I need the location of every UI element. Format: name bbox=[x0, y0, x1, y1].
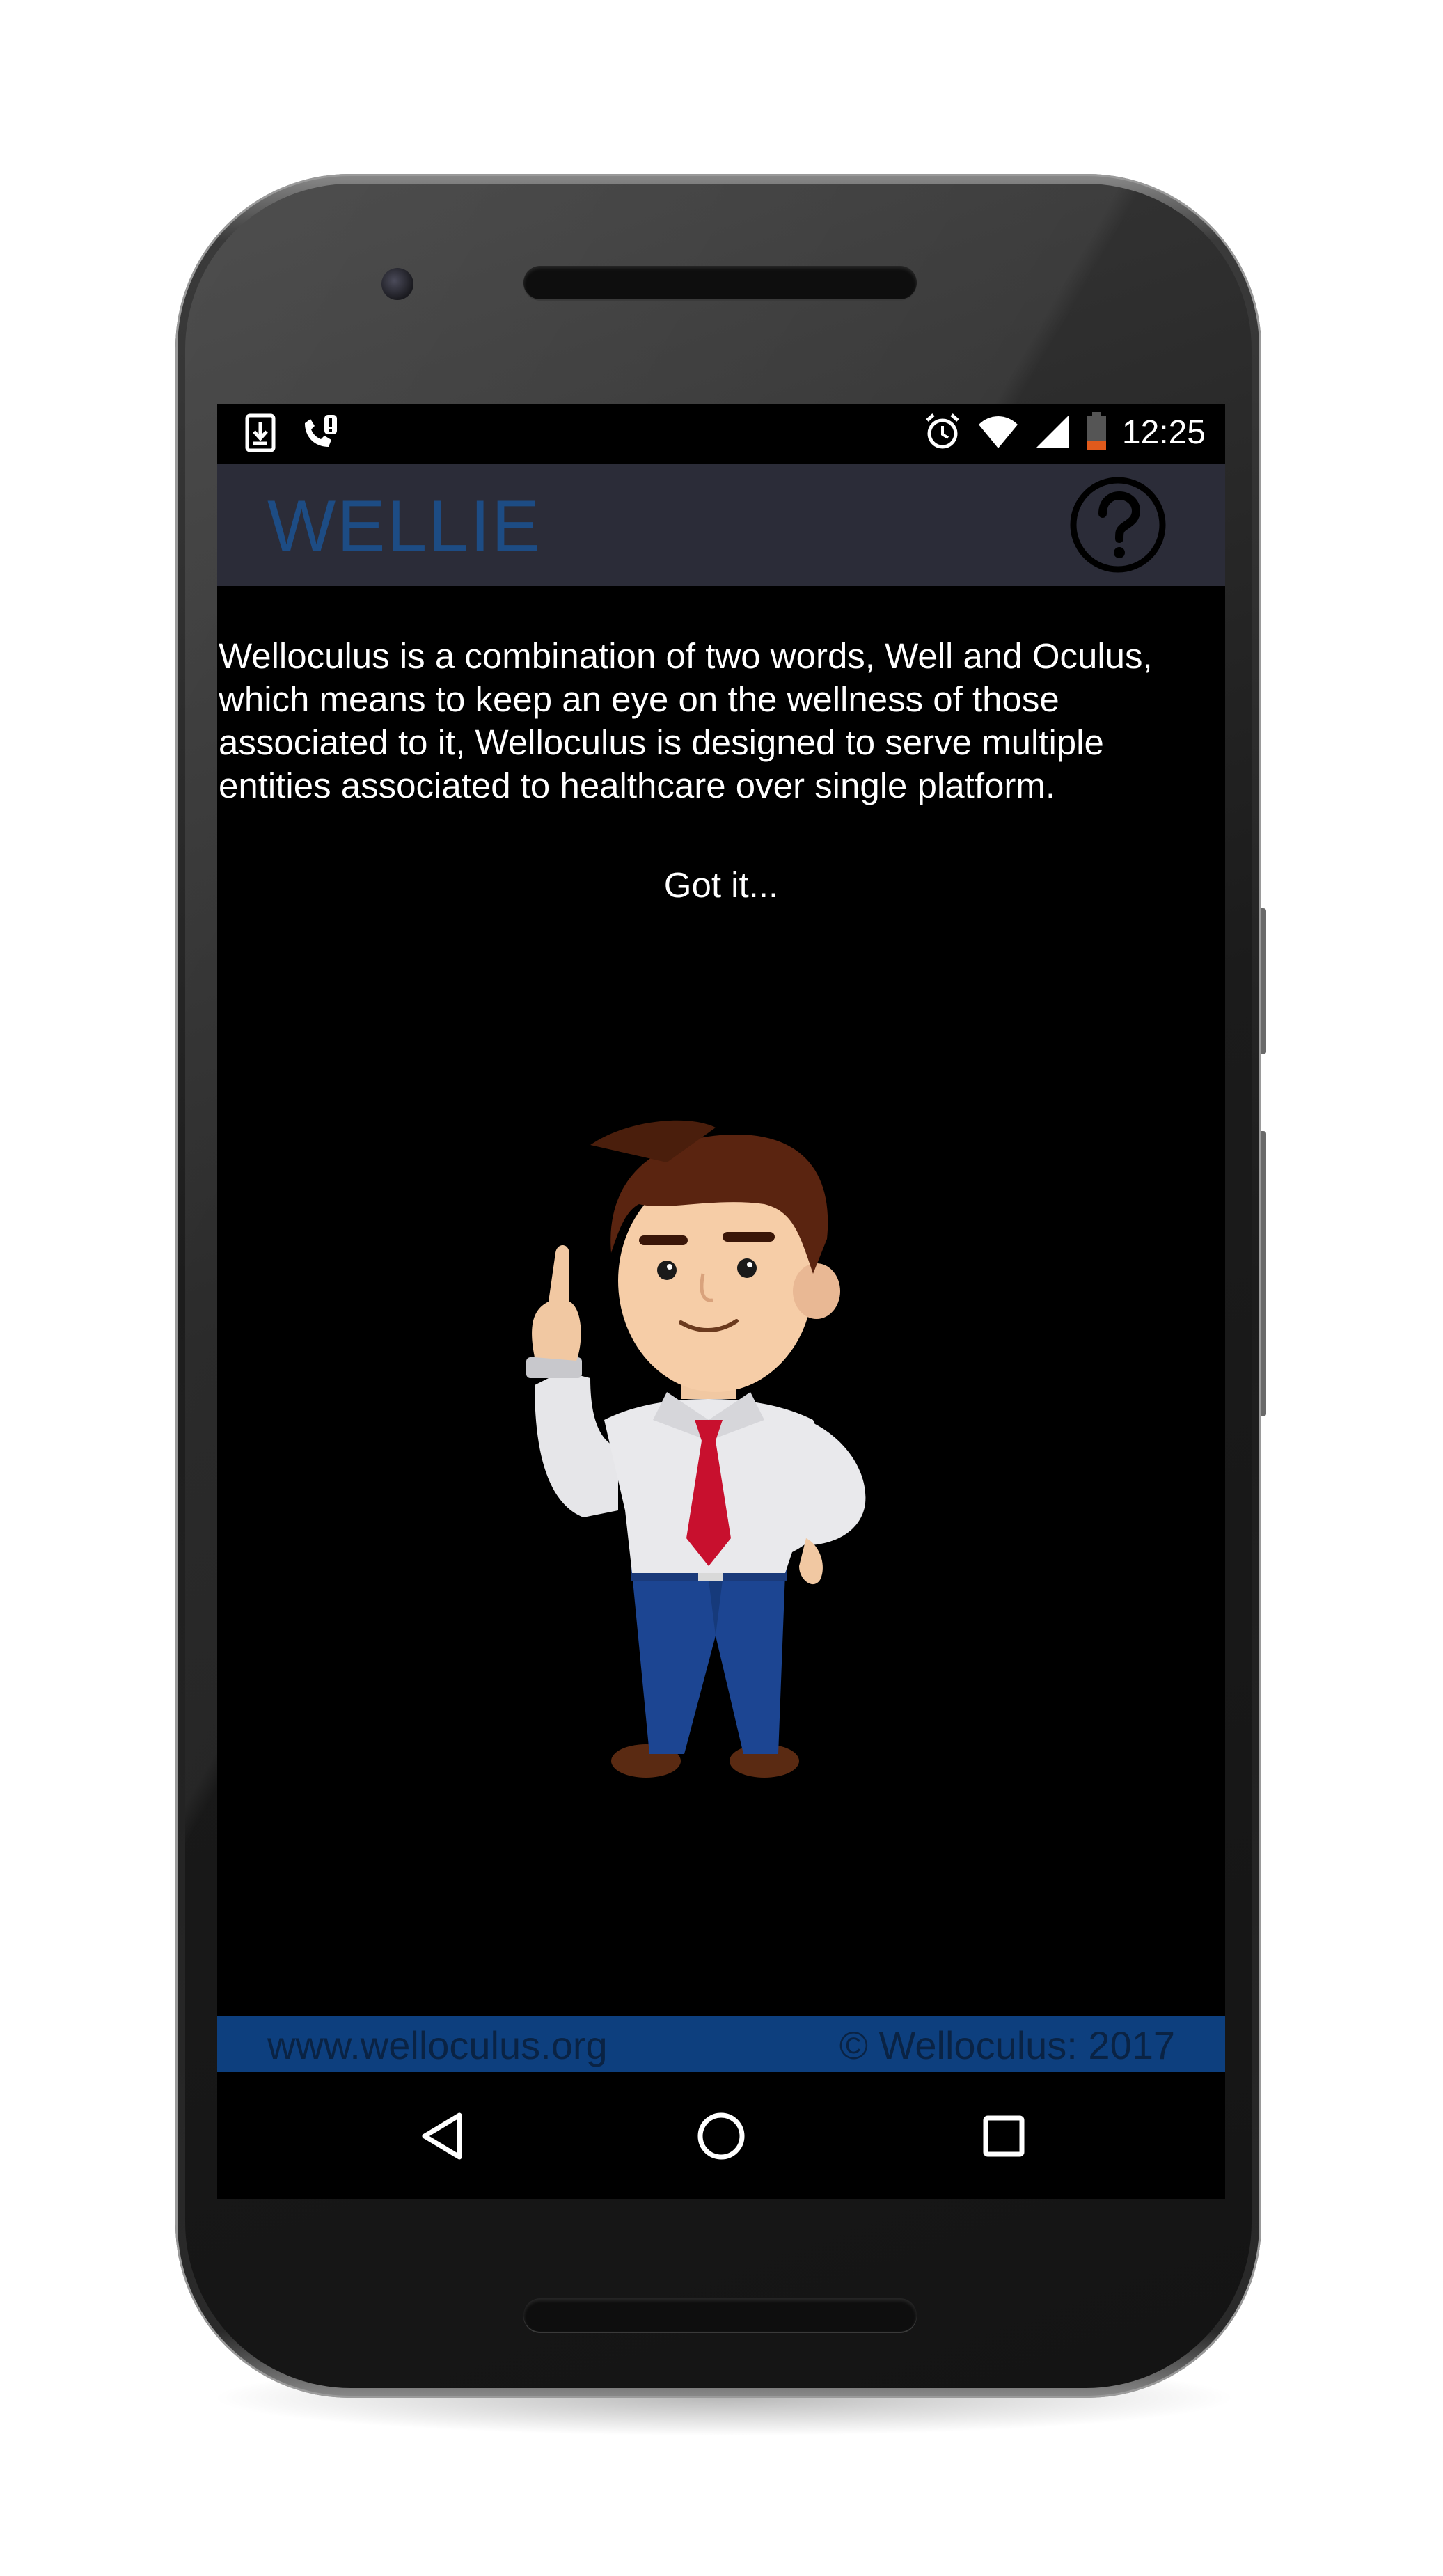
help-button[interactable] bbox=[1069, 476, 1167, 574]
got-it-button[interactable]: Got it... bbox=[217, 863, 1225, 908]
navigation-bar bbox=[217, 2072, 1225, 2199]
status-left-icons bbox=[245, 413, 338, 456]
home-circle-icon bbox=[697, 2112, 745, 2160]
status-time: 12:25 bbox=[1121, 414, 1206, 451]
recents-button[interactable] bbox=[970, 2103, 1037, 2170]
back-triangle-icon bbox=[422, 2112, 462, 2160]
app-title: WELLIE bbox=[267, 486, 542, 567]
app-bar: WELLIE bbox=[217, 464, 1225, 586]
bottom-speaker bbox=[523, 2298, 917, 2332]
download-icon bbox=[245, 413, 276, 456]
front-camera bbox=[381, 268, 413, 300]
alarm-icon bbox=[923, 412, 962, 455]
phone-alert-icon bbox=[299, 413, 338, 456]
intro-text: Welloculus is a combination of two words… bbox=[219, 636, 1153, 805]
mascot-illustration bbox=[507, 1093, 938, 1789]
copyright-text: © Welloculus: 2017 bbox=[839, 2023, 1175, 2067]
back-button[interactable] bbox=[411, 2103, 478, 2170]
battery-low-icon bbox=[1086, 411, 1107, 455]
app-screen: 12:25 WELLIE Welloculus is a combination… bbox=[217, 404, 1225, 2199]
footer-bar: www.welloculus.org © Welloculus: 2017 bbox=[217, 2016, 1225, 2072]
top-speaker bbox=[523, 266, 917, 299]
status-bar: 12:25 bbox=[217, 404, 1225, 464]
website-link[interactable]: www.welloculus.org bbox=[267, 2021, 608, 2071]
recents-square-icon bbox=[983, 2115, 1025, 2157]
signal-icon bbox=[1034, 413, 1071, 453]
help-icon bbox=[1070, 477, 1166, 573]
device-mockup: 12:25 WELLIE Welloculus is a combination… bbox=[0, 0, 1443, 2576]
wifi-icon bbox=[977, 413, 1019, 453]
status-right-icons: 12:25 bbox=[923, 411, 1206, 455]
home-button[interactable] bbox=[688, 2103, 755, 2170]
